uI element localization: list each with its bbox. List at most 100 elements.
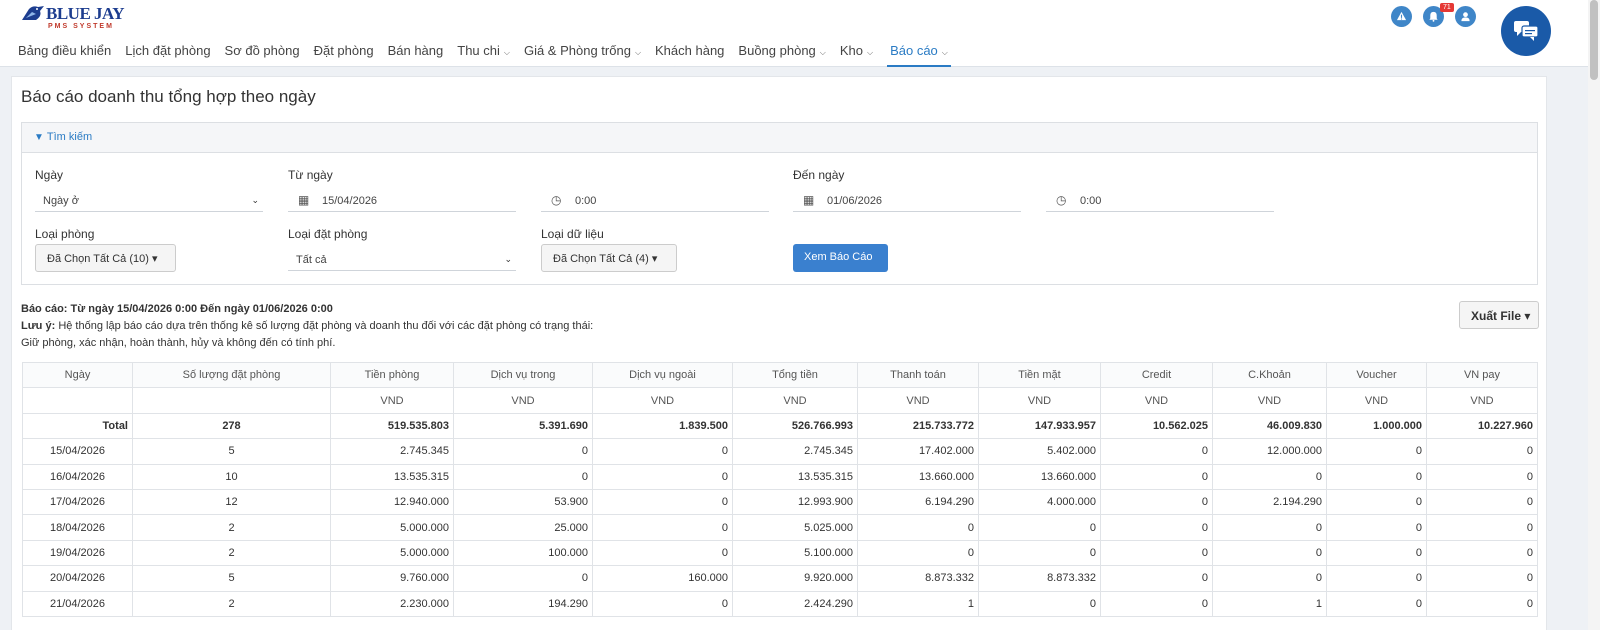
page-scrollbar-thumb[interactable] (1590, 0, 1598, 80)
table-cell: 2.745.345 (330, 438, 454, 465)
table-cell: 1 (857, 590, 979, 617)
table-row: 16/04/2026 10 13.535.315 0 0 13.535.315 13.660… (22, 463, 1538, 490)
nav-item-4[interactable]: Bán hàng (388, 40, 444, 67)
calendar-icon: ▦ (298, 193, 310, 207)
chat-support-button[interactable] (1501, 6, 1551, 56)
table-cell: 0 (1326, 514, 1427, 541)
total-cell: 526.766.993 (732, 412, 858, 440)
nav-item-2[interactable]: Sơ đồ phòng (225, 40, 300, 67)
column-unit (22, 387, 133, 414)
table-cell: 25.000 (453, 514, 593, 541)
report-range-label: Báo cáo: (21, 303, 68, 315)
nav-item-9[interactable]: Kho ⌵ (840, 40, 873, 67)
column-unit: VND (330, 387, 454, 414)
to-time-value: 0:00 (1080, 195, 1102, 207)
table-cell: 0 (857, 539, 979, 567)
column-unit: VND (1326, 387, 1427, 414)
total-cell: Total (22, 412, 133, 440)
table-cell: 0 (1326, 463, 1427, 490)
app-logo[interactable]: BLUE JAY PMS SYSTEM (20, 2, 125, 34)
table-cell: 0 (453, 463, 593, 490)
caret-down-icon: ▾ (651, 253, 658, 265)
chevron-down-icon: ⌵ (867, 48, 874, 57)
table-cell: 0 (1426, 514, 1538, 541)
table-row: 17/04/2026 12 12.940.000 53.900 0 12.993.900 6… (22, 488, 1538, 516)
total-cell: 5.391.690 (453, 412, 593, 440)
to-date-input[interactable]: ▦ 01/06/2026 (793, 190, 1021, 212)
user-profile-icon[interactable] (1455, 6, 1476, 27)
table-row: 20/04/2026 5 9.760.000 0 160.000 9.920.000 8.8… (22, 565, 1538, 592)
table-cell: 0 (592, 488, 733, 516)
export-file-button[interactable]: Xuất File ▾ (1459, 301, 1539, 329)
room-type-multiselect[interactable]: Đã Chọn Tất Cả (10) ▾ (35, 244, 176, 272)
table-cell: 2.194.290 (1212, 488, 1327, 516)
table-cell: 0 (1326, 590, 1427, 617)
column-unit: VND (453, 387, 593, 414)
table-cell: 16/04/2026 (22, 463, 133, 490)
table-cell: 1 (1212, 590, 1327, 617)
data-type-label: Loại dữ liệu (541, 227, 604, 241)
nav-item-0[interactable]: Bảng điều khiển (18, 40, 111, 67)
table-cell: 5 (132, 565, 331, 592)
table-cell: 0 (1100, 514, 1213, 541)
column-unit: VND (1100, 387, 1213, 414)
table-cell: 0 (857, 514, 979, 541)
booking-type-label: Loại đặt phòng (288, 227, 368, 241)
table-cell: 0 (1426, 539, 1538, 567)
page-scrollbar-track[interactable] (1588, 0, 1600, 630)
column-header[interactable]: Dịch vụ ngoài (592, 361, 733, 389)
table-cell: 12.000.000 (1212, 438, 1327, 465)
table-cell: 2 (132, 514, 331, 541)
column-header[interactable]: C.Khoản (1212, 361, 1327, 389)
notification-badge: 71 (1440, 3, 1454, 12)
date-type-select[interactable]: Ngày ở ⌄ (35, 190, 263, 212)
from-date-input[interactable]: ▦ 15/04/2026 (288, 190, 516, 212)
nav-item-6[interactable]: Giá & Phòng trống ⌵ (524, 40, 641, 67)
column-header[interactable]: VN pay (1426, 361, 1538, 389)
table-row: 18/04/2026 2 5.000.000 25.000 0 5.025.000 0 0 0 0… (22, 514, 1538, 541)
column-header[interactable]: Tổng tiền (732, 361, 858, 389)
nav-item-label: Buồng phòng (738, 43, 816, 58)
column-header[interactable]: Tiền mặt (978, 361, 1101, 389)
view-report-button[interactable]: Xem Báo Cáo (793, 244, 888, 272)
nav-item-3[interactable]: Đặt phòng (314, 40, 374, 67)
booking-type-select[interactable]: Tất cả ⌄ (288, 249, 516, 271)
report-note-label: Lưu ý: (21, 320, 56, 332)
table-cell: 2.745.345 (732, 438, 858, 465)
table-cell: 194.290 (453, 590, 593, 617)
column-header[interactable]: Credit (1100, 361, 1213, 389)
to-time-input[interactable]: ◷ 0:00 (1046, 190, 1274, 212)
table-unit-row: VND VND VND VND VND VND VND VND VND VND (22, 387, 1538, 414)
from-time-input[interactable]: ◷ 0:00 (541, 190, 769, 212)
table-cell: 100.000 (453, 539, 593, 567)
column-header[interactable]: Ngày (22, 361, 133, 389)
nav-item-label: Bán hàng (387, 43, 444, 58)
nav-item-8[interactable]: Buồng phòng ⌵ (738, 40, 825, 67)
page-title: Báo cáo doanh thu tổng hợp theo ngày (21, 87, 316, 106)
column-header[interactable]: Voucher (1326, 361, 1427, 389)
table-cell: 0 (1100, 565, 1213, 592)
warning-icon[interactable] (1391, 6, 1412, 27)
table-cell: 0 (592, 463, 733, 490)
column-header[interactable]: Dịch vụ trong (453, 361, 593, 389)
table-cell: 0 (1212, 514, 1327, 541)
table-cell: 20/04/2026 (22, 565, 133, 592)
column-header[interactable]: Thanh toán (857, 361, 979, 389)
data-type-multiselect[interactable]: Đã Chọn Tất Cả (4) ▾ (541, 244, 677, 272)
nav-item-5[interactable]: Thu chi ⌵ (457, 40, 510, 67)
nav-item-7[interactable]: Khách hàng (655, 40, 724, 67)
nav-item-10[interactable]: Báo cáo ⌵ (887, 40, 951, 67)
nav-item-label: Đặt phòng (313, 43, 374, 58)
table-cell: 18/04/2026 (22, 514, 133, 541)
column-unit: VND (732, 387, 858, 414)
column-header[interactable]: Số lượng đặt phòng (132, 361, 331, 389)
table-cell: 21/04/2026 (22, 590, 133, 617)
table-cell: 0 (453, 438, 593, 465)
column-header[interactable]: Tiền phòng (330, 361, 454, 389)
date-type-value: Ngày ở (43, 195, 79, 207)
search-panel-header[interactable]: ▼ Tìm kiếm (22, 123, 1537, 153)
calendar-icon: ▦ (803, 193, 815, 207)
table-cell: 9.760.000 (330, 565, 454, 592)
table-cell: 2 (132, 539, 331, 567)
nav-item-1[interactable]: Lịch đặt phòng (125, 40, 210, 67)
